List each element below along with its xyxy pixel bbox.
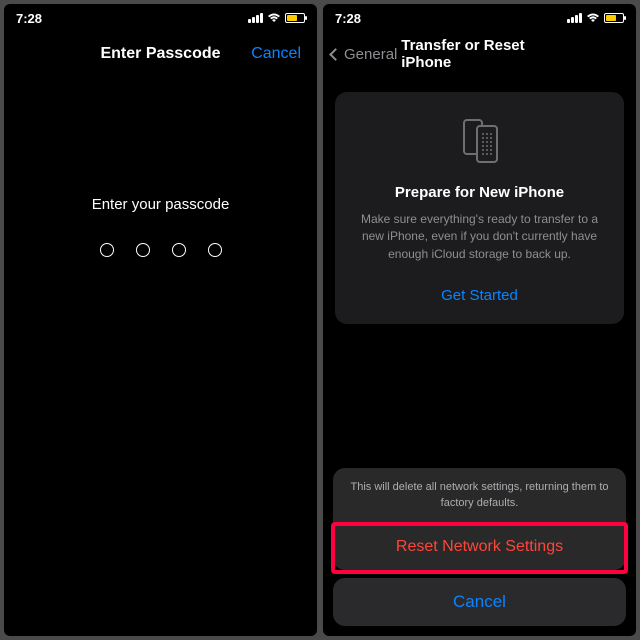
status-indicators (567, 13, 624, 23)
passcode-prompt: Enter your passcode (4, 196, 317, 213)
get-started-link[interactable]: Get Started (349, 287, 610, 304)
passcode-dot (172, 243, 186, 257)
wifi-icon (586, 13, 600, 23)
signal-icon (248, 13, 263, 23)
passcode-area: Enter your passcode (4, 196, 317, 257)
signal-icon (567, 13, 582, 23)
reset-screen: 7:28 General Transfer or Reset iPhone (323, 4, 636, 636)
nav-bar: Enter Passcode Cancel (4, 32, 317, 76)
status-time: 7:28 (16, 11, 42, 26)
back-button[interactable]: General (331, 46, 397, 63)
nav-bar: General Transfer or Reset iPhone (323, 32, 636, 76)
action-sheet-group: This will delete all network settings, r… (333, 468, 626, 570)
prepare-title: Prepare for New iPhone (349, 184, 610, 201)
chevron-left-icon (329, 48, 342, 61)
status-indicators (248, 13, 305, 23)
reset-network-settings-button[interactable]: Reset Network Settings (333, 524, 626, 570)
passcode-dots (4, 243, 317, 257)
prepare-card: Prepare for New iPhone Make sure everyth… (335, 92, 624, 324)
prepare-description: Make sure everything's ready to transfer… (349, 211, 610, 263)
passcode-dot (208, 243, 222, 257)
status-time: 7:28 (335, 11, 361, 26)
passcode-dot (100, 243, 114, 257)
cancel-button[interactable]: Cancel (251, 45, 301, 63)
action-sheet-cancel-button[interactable]: Cancel (333, 578, 626, 626)
devices-icon (349, 112, 610, 168)
battery-icon (604, 13, 624, 23)
back-label: General (344, 46, 397, 63)
status-bar: 7:28 (323, 4, 636, 32)
passcode-screen: 7:28 Enter Passcode Cancel Enter your pa… (4, 4, 317, 636)
action-sheet: This will delete all network settings, r… (333, 468, 626, 626)
passcode-dot (136, 243, 150, 257)
page-title: Transfer or Reset iPhone (401, 37, 558, 71)
page-title: Enter Passcode (100, 45, 220, 63)
action-sheet-label: This will delete all network settings, r… (333, 468, 626, 524)
battery-icon (285, 13, 305, 23)
status-bar: 7:28 (4, 4, 317, 32)
wifi-icon (267, 13, 281, 23)
